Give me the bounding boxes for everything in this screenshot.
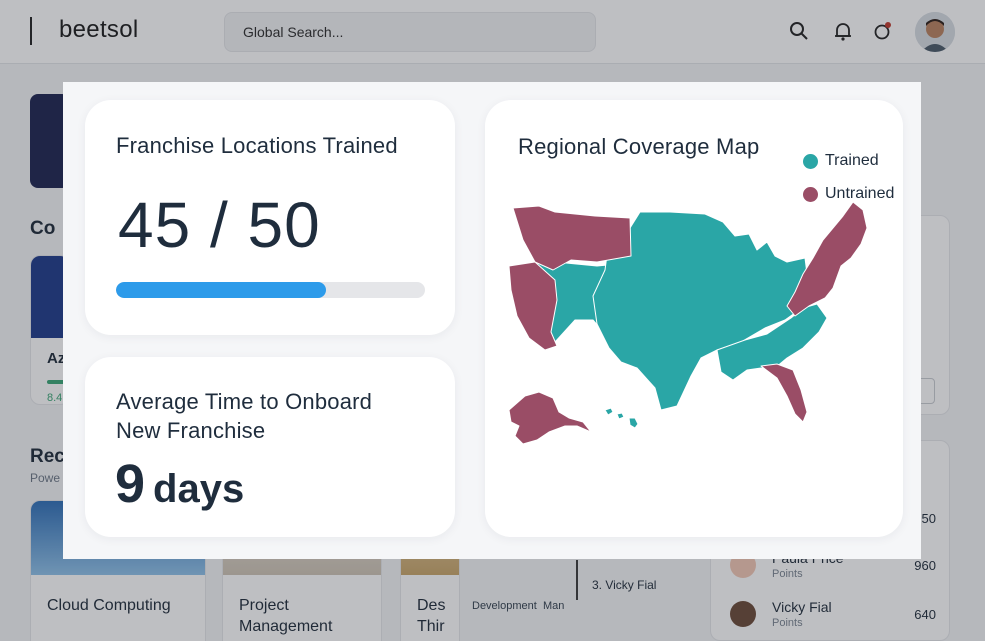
onboarding-time-value: 9 xyxy=(115,454,146,514)
onboarding-time-card: Average Time to Onboard New Franchise 9d… xyxy=(85,357,455,537)
locations-trained-value: 45 / 50 xyxy=(118,189,321,261)
locations-trained-card: Franchise Locations Trained 45 / 50 xyxy=(85,100,455,335)
map-region-california-untrained xyxy=(508,261,558,351)
training-progress-fill xyxy=(116,282,327,298)
locations-trained-title: Franchise Locations Trained xyxy=(116,133,398,158)
onboarding-time-title-line2: New Franchise xyxy=(116,418,266,443)
onboarding-time-title-line1: Average Time to Onboard xyxy=(116,389,373,414)
franchise-training-modal: Franchise Locations Trained 45 / 50 Aver… xyxy=(63,82,921,559)
map-region-hawaii xyxy=(604,407,639,429)
map-region-florida-untrained xyxy=(760,363,808,423)
map-region-alaska-untrained xyxy=(508,391,592,445)
us-coverage-map xyxy=(508,201,868,445)
regional-coverage-card: Regional Coverage Map Trained Untrained xyxy=(485,100,903,537)
training-progress-bar xyxy=(116,282,425,298)
regional-coverage-title: Regional Coverage Map xyxy=(518,134,760,159)
legend-dot-trained xyxy=(803,154,818,169)
onboarding-time-unit: days xyxy=(153,467,245,511)
legend-label-trained: Trained xyxy=(825,152,879,169)
